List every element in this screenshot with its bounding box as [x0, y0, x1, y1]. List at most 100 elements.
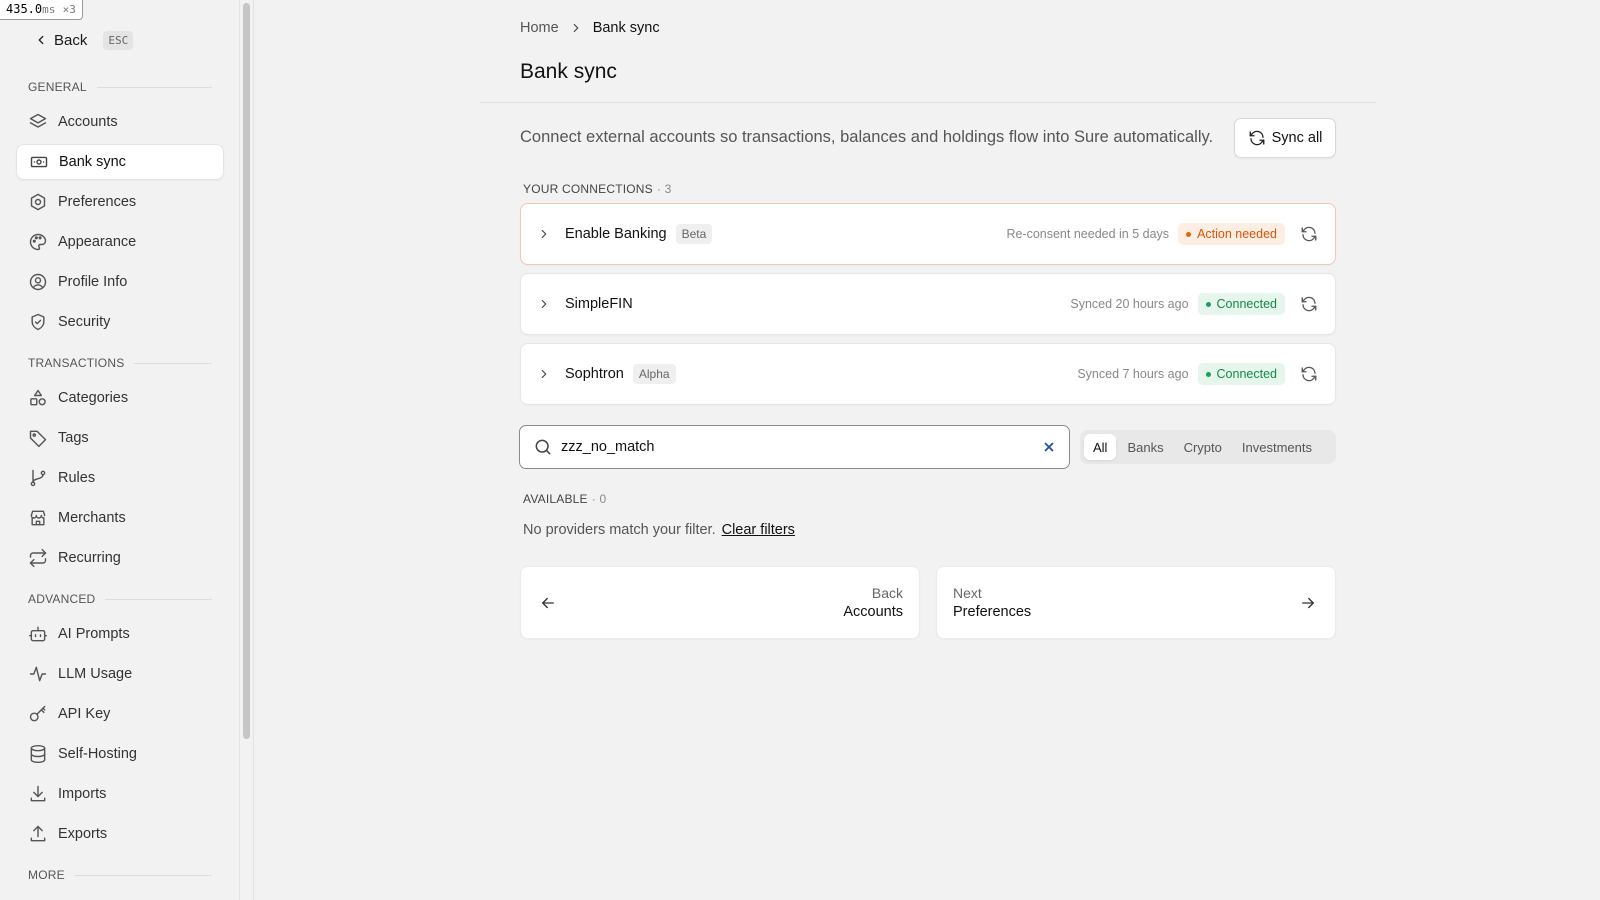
- sidebar-item-rules[interactable]: Rules: [16, 460, 224, 496]
- layers-icon: [29, 113, 47, 128]
- prev-page-caption: Back: [871, 585, 903, 601]
- sidebar-item-label: Appearance: [58, 234, 137, 250]
- key-icon: [29, 705, 46, 722]
- filter-tab-crypto[interactable]: Crypto: [1175, 434, 1231, 460]
- back-button[interactable]: Back: [34, 32, 87, 49]
- activity-icon: [29, 666, 47, 682]
- sidebar-item-api-key[interactable]: API Key: [16, 696, 224, 732]
- connection-meta: Synced 7 hours ago: [1077, 367, 1189, 381]
- breadcrumb-home[interactable]: Home: [520, 20, 559, 36]
- sidebar-item-recurring[interactable]: Recurring: [16, 540, 224, 576]
- filter-tab-banks[interactable]: Banks: [1118, 434, 1172, 460]
- sidebar-item-exports[interactable]: Exports: [16, 816, 224, 852]
- sidebar-item-preferences[interactable]: Preferences: [16, 184, 224, 220]
- provider-search: [519, 425, 1070, 469]
- page-intro: Connect external accounts so transaction…: [520, 128, 1214, 146]
- sidebar-item-profile-info[interactable]: Profile Info: [16, 264, 224, 300]
- perf-overlay: 435.0ms ×3: [0, 0, 83, 20]
- connections-heading: YOUR CONNECTIONS · 3: [523, 182, 671, 196]
- arrow-left-icon: [539, 594, 557, 612]
- repeat-icon: [29, 548, 47, 568]
- sidebar-item-label: Tags: [58, 430, 89, 446]
- sidebar-item-security[interactable]: Security: [16, 304, 224, 340]
- perf-multiplier: ×3: [62, 3, 76, 16]
- refresh-icon[interactable]: [1299, 364, 1319, 384]
- sidebar-item-label: Imports: [58, 786, 107, 802]
- sidebar-item-label: Bank sync: [59, 154, 126, 170]
- sidebar-item-tags[interactable]: Tags: [16, 420, 224, 456]
- sidebar-item-imports[interactable]: Imports: [16, 776, 224, 812]
- breadcrumb: Home Bank sync: [520, 20, 660, 36]
- settings-icon: [30, 193, 46, 211]
- sidebar-item-label: Categories: [58, 390, 129, 406]
- sidebar-item-merchants[interactable]: Merchants: [16, 500, 224, 536]
- sidebar-scrollbar-thumb[interactable]: [243, 3, 250, 739]
- sidebar-item-appearance[interactable]: Appearance: [16, 224, 224, 260]
- banknote-icon: [30, 156, 48, 168]
- sidebar-item-label: AI Prompts: [58, 626, 130, 642]
- sidebar-item-accounts[interactable]: Accounts: [16, 104, 224, 140]
- sidebar-item-label: Security: [58, 314, 111, 330]
- filter-tab-investments[interactable]: Investments: [1233, 434, 1321, 460]
- available-count: · 0: [591, 492, 607, 506]
- connection-meta: Re-consent needed in 5 days: [1006, 227, 1170, 241]
- chevron-right-icon: [573, 23, 579, 33]
- store-icon: [30, 510, 46, 526]
- next-page-title: Preferences: [953, 604, 1032, 620]
- arrow-right-icon: [1299, 594, 1317, 612]
- section-general-label: GENERAL: [28, 80, 87, 94]
- prev-page-text: Back Accounts: [557, 585, 903, 620]
- sidebar-item-self-hosting[interactable]: Self-Hosting: [16, 736, 224, 772]
- chevron-right-icon[interactable]: [537, 227, 555, 241]
- sidebar-item-label: Exports: [58, 826, 108, 842]
- download-icon: [30, 785, 46, 802]
- status-dot: [1205, 371, 1211, 377]
- connection-row[interactable]: SimpleFIN Synced 20 hours ago Connected: [520, 273, 1336, 335]
- connection-row[interactable]: Sophtron Alpha Synced 7 hours ago Connec…: [520, 343, 1336, 405]
- refresh-icon[interactable]: [1299, 224, 1319, 244]
- chevron-right-icon[interactable]: [537, 297, 555, 311]
- palette-icon: [29, 233, 47, 251]
- section-transactions: TRANSACTIONS: [28, 356, 212, 370]
- status-label: Connected: [1216, 297, 1277, 311]
- chevron-right-icon[interactable]: [537, 367, 555, 381]
- provider-filter-tabs: All Banks Crypto Investments: [1080, 430, 1336, 464]
- chevron-left-icon: [38, 35, 44, 45]
- sidebar-item-llm-usage[interactable]: LLM Usage: [16, 656, 224, 692]
- sidebar-item-bank-sync[interactable]: Bank sync: [16, 144, 224, 180]
- sync-all-button[interactable]: Sync all: [1234, 118, 1336, 158]
- sidebar-item-label: Self-Hosting: [58, 746, 137, 762]
- sync-all-label: Sync all: [1271, 130, 1323, 146]
- next-page-caption: Next: [953, 585, 982, 601]
- refresh-icon[interactable]: [1299, 294, 1319, 314]
- status-badge: Connected: [1197, 293, 1285, 315]
- page-title: Bank sync: [520, 60, 617, 83]
- prev-page-card[interactable]: Back Accounts: [520, 566, 920, 639]
- shield-check-icon: [31, 313, 45, 331]
- section-divider: [96, 86, 212, 88]
- sidebar-scrollbar[interactable]: [240, 0, 254, 900]
- sidebar-item-categories[interactable]: Categories: [16, 380, 224, 416]
- connection-row[interactable]: Enable Banking Beta Re-consent needed in…: [520, 203, 1336, 265]
- database-icon: [30, 744, 46, 764]
- clear-filters-link[interactable]: Clear filters: [722, 522, 795, 538]
- refresh-icon: [1249, 130, 1265, 146]
- sidebar-item-label: Accounts: [58, 114, 118, 130]
- user-circle-icon: [29, 273, 47, 291]
- sidebar-item-label: Merchants: [58, 510, 126, 526]
- section-transactions-label: TRANSACTIONS: [28, 356, 125, 370]
- next-page-card[interactable]: Next Preferences: [936, 566, 1336, 639]
- git-branch-icon: [30, 469, 46, 487]
- section-more-label: MORE: [28, 868, 65, 882]
- clear-search-icon[interactable]: [1043, 441, 1055, 453]
- connection-tag: Alpha: [632, 364, 676, 384]
- sidebar-item-ai-prompts[interactable]: AI Prompts: [16, 616, 224, 652]
- filter-tab-all[interactable]: All: [1084, 434, 1117, 460]
- upload-icon: [30, 825, 46, 842]
- header-divider: [480, 102, 1376, 103]
- search-icon: [533, 437, 553, 457]
- available-label: AVAILABLE: [523, 492, 588, 506]
- section-advanced-label: ADVANCED: [28, 592, 96, 606]
- breadcrumb-current: Bank sync: [592, 20, 660, 36]
- search-input[interactable]: [561, 439, 1043, 455]
